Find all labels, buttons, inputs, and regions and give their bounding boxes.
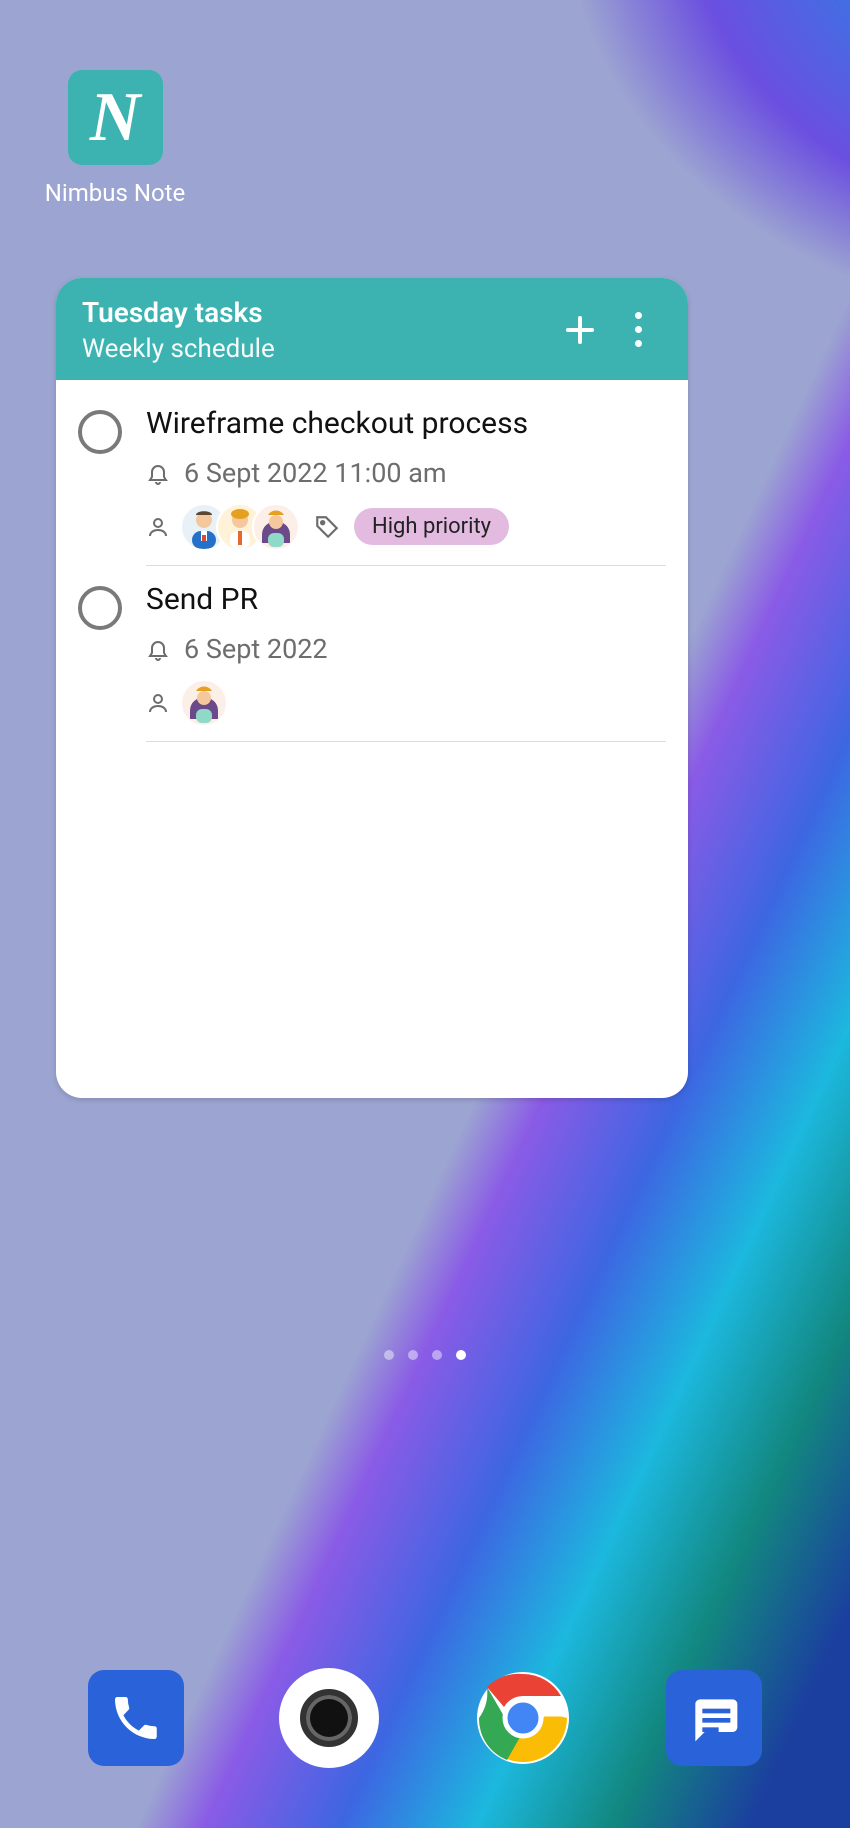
task-checkbox[interactable] bbox=[78, 410, 122, 454]
task-item[interactable]: Send PR 6 Sept 2022 bbox=[56, 566, 688, 742]
divider bbox=[146, 565, 666, 566]
dock bbox=[0, 1668, 850, 1768]
assignee-icon bbox=[146, 690, 170, 716]
task-body: Wireframe checkout process 6 Sept 2022 1… bbox=[146, 406, 666, 566]
task-list: Wireframe checkout process 6 Sept 2022 1… bbox=[56, 380, 688, 742]
task-date: 6 Sept 2022 11:00 am bbox=[184, 457, 447, 489]
page-dot-active[interactable] bbox=[456, 1350, 466, 1360]
avatar bbox=[180, 679, 228, 727]
nimbus-icon-letter: N bbox=[90, 78, 141, 158]
page-indicator[interactable] bbox=[384, 1350, 466, 1360]
widget-header: Tuesday tasks Weekly schedule bbox=[56, 278, 688, 380]
messages-icon bbox=[686, 1690, 742, 1746]
widget-subtitle: Weekly schedule bbox=[82, 334, 546, 364]
task-body: Send PR 6 Sept 2022 bbox=[146, 582, 666, 742]
divider bbox=[146, 741, 666, 742]
task-item[interactable]: Wireframe checkout process 6 Sept 2022 1… bbox=[56, 390, 688, 566]
avatar-stack bbox=[180, 679, 228, 727]
widget-menu-button[interactable] bbox=[614, 306, 662, 354]
phone-icon bbox=[108, 1690, 164, 1746]
more-vertical-icon bbox=[635, 312, 642, 347]
dock-phone[interactable] bbox=[88, 1670, 184, 1766]
camera-lens-icon bbox=[300, 1689, 358, 1747]
page-dot[interactable] bbox=[384, 1350, 394, 1360]
dock-camera[interactable] bbox=[279, 1668, 379, 1768]
page-dot[interactable] bbox=[408, 1350, 418, 1360]
task-title: Wireframe checkout process bbox=[146, 406, 666, 441]
chrome-icon bbox=[475, 1670, 571, 1766]
priority-tag: High priority bbox=[354, 508, 509, 545]
dock-chrome[interactable] bbox=[475, 1670, 571, 1766]
task-title: Send PR bbox=[146, 582, 666, 617]
page-dot[interactable] bbox=[432, 1350, 442, 1360]
task-checkbox[interactable] bbox=[78, 586, 122, 630]
reminder-icon bbox=[146, 635, 170, 663]
tasks-widget[interactable]: Tuesday tasks Weekly schedule Wireframe … bbox=[56, 278, 688, 1098]
homescreen[interactable]: N Nimbus Note Tuesday tasks Weekly sched… bbox=[0, 0, 850, 1828]
reminder-icon bbox=[146, 459, 170, 487]
add-task-button[interactable] bbox=[556, 306, 604, 354]
tag-icon bbox=[314, 514, 340, 540]
task-date: 6 Sept 2022 bbox=[184, 633, 328, 665]
plus-icon bbox=[566, 316, 594, 344]
widget-titles[interactable]: Tuesday tasks Weekly schedule bbox=[82, 296, 546, 364]
avatar-stack bbox=[180, 503, 300, 551]
app-label: Nimbus Note bbox=[40, 179, 190, 207]
app-shortcut-nimbus[interactable]: N Nimbus Note bbox=[40, 70, 190, 207]
widget-title: Tuesday tasks bbox=[82, 296, 546, 330]
assignee-icon bbox=[146, 514, 170, 540]
avatar bbox=[252, 503, 300, 551]
nimbus-icon: N bbox=[68, 70, 163, 165]
dock-messages[interactable] bbox=[666, 1670, 762, 1766]
